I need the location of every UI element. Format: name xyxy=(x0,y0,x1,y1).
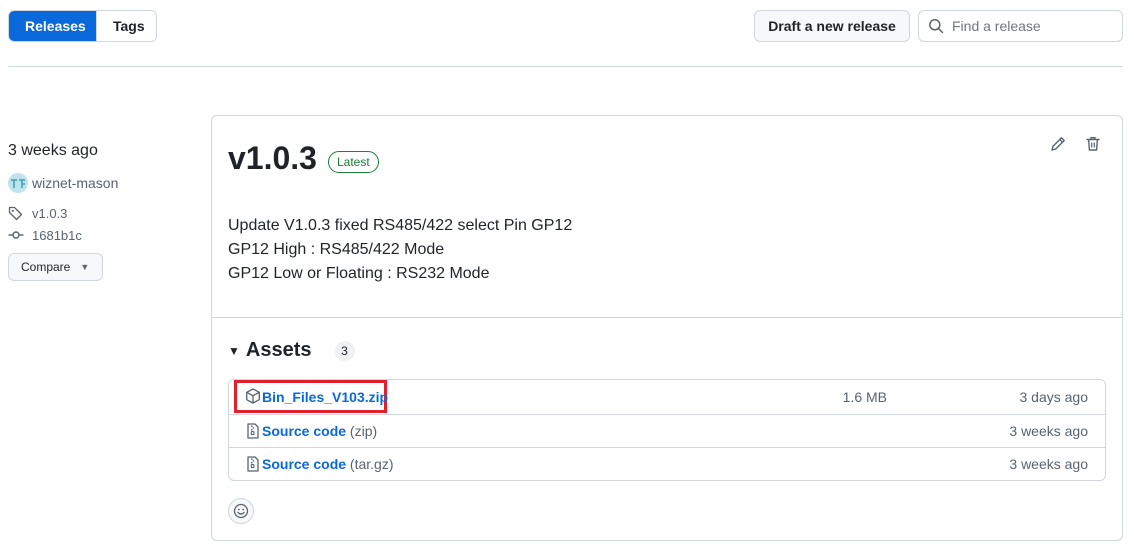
search-icon xyxy=(929,19,944,34)
release-author[interactable]: wiznet-mason xyxy=(8,173,118,193)
divider xyxy=(8,66,1123,67)
package-icon xyxy=(246,388,260,404)
asset-link[interactable]: Source code (tar.gz) xyxy=(262,456,394,472)
commit-icon xyxy=(8,231,24,239)
tag-label[interactable]: v1.0.3 xyxy=(32,206,67,221)
commit-hash[interactable]: 1681b1c xyxy=(32,228,82,243)
asset-date: 3 weeks ago xyxy=(1009,423,1088,439)
release-date: 3 weeks ago xyxy=(8,142,98,159)
asset-list: Bin_Files_V103.zip 1.6 MB 3 days ago Sou… xyxy=(228,379,1106,481)
card-divider xyxy=(212,317,1122,318)
compare-label: Compare xyxy=(21,260,71,274)
release-note-line: GP12 Low or Floating : RS232 Mode xyxy=(228,265,490,282)
assets-label[interactable]: Assets xyxy=(246,339,312,362)
compare-button[interactable]: Compare ▼ xyxy=(8,253,103,281)
smiley-icon xyxy=(233,503,249,519)
release-tag[interactable]: v1.0.3 xyxy=(8,205,67,221)
asset-suffix[interactable]: (tar.gz) xyxy=(350,456,394,472)
tab-tags[interactable]: Tags xyxy=(96,11,156,41)
release-note-line: Update V1.0.3 fixed RS485/422 select Pin… xyxy=(228,217,573,234)
asset-link[interactable]: Source code (zip) xyxy=(262,423,377,439)
asset-name[interactable]: Bin_Files_V103.zip xyxy=(262,389,388,405)
release-title[interactable]: v1.0.3 xyxy=(228,140,317,177)
find-release-search[interactable] xyxy=(918,10,1123,42)
triangle-down-icon: ▼ xyxy=(228,343,240,358)
release-card: v1.0.3 Latest Update V1.0.3 fixed RS485/… xyxy=(211,115,1123,541)
release-commit[interactable]: 1681b1c xyxy=(8,227,82,243)
trash-icon[interactable] xyxy=(1085,136,1101,152)
release-notes: Update V1.0.3 fixed RS485/422 select Pin… xyxy=(228,214,572,286)
assets-toggle[interactable]: ▼ Assets 3 xyxy=(228,339,355,362)
asset-date: 3 weeks ago xyxy=(1009,456,1088,472)
asset-date: 3 days ago xyxy=(1019,389,1089,405)
asset-row: Bin_Files_V103.zip 1.6 MB 3 days ago xyxy=(229,380,1105,414)
caret-down-icon: ▼ xyxy=(80,262,90,272)
assets-count-badge: 3 xyxy=(334,340,355,361)
file-zip-icon xyxy=(247,423,259,439)
pencil-icon[interactable] xyxy=(1050,136,1066,152)
author-name[interactable]: wiznet-mason xyxy=(32,175,118,191)
asset-link[interactable]: Bin_Files_V103.zip xyxy=(262,389,388,405)
draft-release-button[interactable]: Draft a new release xyxy=(754,10,910,42)
asset-suffix[interactable]: (zip) xyxy=(350,423,377,439)
tab-releases[interactable]: Releases xyxy=(9,11,96,41)
releases-tags-switch: Releases Tags xyxy=(8,10,157,42)
avatar[interactable] xyxy=(8,173,28,193)
file-zip-icon xyxy=(247,456,259,472)
release-note-line: GP12 High : RS485/422 Mode xyxy=(228,241,445,258)
search-input[interactable] xyxy=(952,18,1112,34)
asset-row: Source code (tar.gz) 3 weeks ago xyxy=(229,447,1105,480)
asset-size: 1.6 MB xyxy=(842,389,887,405)
latest-badge: Latest xyxy=(328,151,379,173)
asset-row: Source code (zip) 3 weeks ago xyxy=(229,414,1105,447)
add-reaction-button[interactable] xyxy=(228,498,254,524)
asset-name[interactable]: Source code xyxy=(262,423,346,439)
tag-icon xyxy=(8,206,23,221)
asset-name[interactable]: Source code xyxy=(262,456,346,472)
